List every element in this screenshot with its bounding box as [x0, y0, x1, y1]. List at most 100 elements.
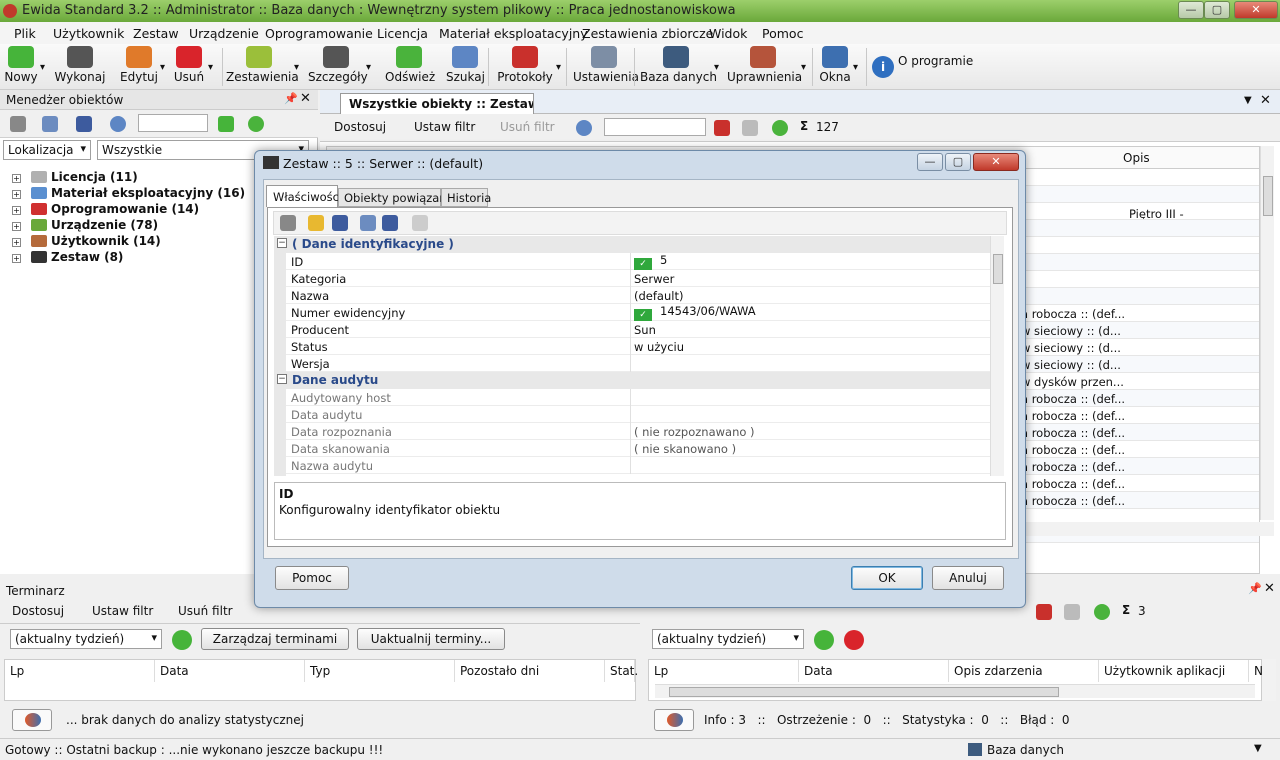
delete-event-icon[interactable] — [844, 630, 864, 650]
property-pages-icon[interactable] — [412, 215, 428, 231]
xml-export-icon[interactable] — [742, 120, 758, 136]
minimize-button[interactable]: — — [1178, 1, 1204, 19]
up-arrow-icon[interactable] — [218, 116, 234, 132]
column-header[interactable]: Pozostało dni — [455, 660, 605, 682]
events-week-combo[interactable]: (aktualny tydzień) — [652, 629, 804, 649]
property-row[interactable]: Status w użyciu — [286, 338, 990, 355]
menu-uzytkownik[interactable]: Użytkownik — [53, 26, 124, 41]
tab-close-icon[interactable]: ✕ — [1260, 93, 1271, 108]
property-row[interactable]: Nazwa audytu — [286, 457, 990, 474]
tab-wlasciwosci[interactable]: Właściwości — [266, 185, 342, 207]
menu-zestawienia[interactable]: Zestawienia zbiorcze — [582, 26, 713, 41]
collapse-icon[interactable]: − — [277, 374, 287, 384]
add-event-icon[interactable] — [814, 630, 834, 650]
scroll-thumb[interactable] — [1263, 176, 1273, 216]
property-row[interactable]: Data rozpoznania ( nie rozpoznawano ) — [286, 423, 990, 440]
stats-button[interactable] — [12, 709, 52, 731]
categorized-icon[interactable] — [360, 215, 376, 231]
menu-oprogramowanie[interactable]: Oprogramowanie — [265, 26, 373, 41]
tab-obiekty-powiazane[interactable]: Obiekty powiązane — [338, 188, 454, 207]
folder-icon[interactable] — [308, 215, 324, 231]
property-row[interactable]: ID ✓ 5 — [286, 253, 990, 270]
tab-all-objects[interactable]: Wszystkie obiekty :: Zestawie... — [340, 93, 534, 114]
save-icon[interactable] — [332, 215, 348, 231]
property-row[interactable]: Data audytu — [286, 406, 990, 423]
events-vscroll[interactable] — [1262, 659, 1276, 701]
expand-icon[interactable]: + — [12, 238, 21, 247]
usuń-button[interactable]: Usuń — [172, 46, 206, 88]
column-header[interactable]: Typ — [305, 660, 455, 682]
property-row[interactable]: Audytowany host — [286, 389, 990, 406]
maximize-button[interactable]: ▢ — [1204, 1, 1230, 19]
close-panel-icon[interactable]: ✕ — [300, 91, 311, 106]
column-header[interactable]: Stat. — [605, 660, 638, 682]
tab-historia[interactable]: Historia — [441, 188, 491, 207]
column-header[interactable]: Lp — [649, 660, 799, 682]
help-button[interactable]: Pomoc — [275, 566, 349, 590]
column-header[interactable]: N — [1249, 660, 1263, 682]
events-hscrollbar[interactable] — [655, 684, 1255, 698]
status-database[interactable]: Baza danych — [987, 743, 1064, 757]
expand-icon[interactable]: + — [12, 190, 21, 199]
terminarz-week-combo[interactable]: (aktualny tydzień) — [10, 629, 162, 649]
column-header[interactable]: Data — [155, 660, 305, 682]
dropdown-arrow-icon[interactable]: ▾ — [160, 62, 165, 73]
tree-node[interactable]: + Zestaw (8) — [12, 250, 123, 264]
alphabetical-icon[interactable] — [382, 215, 398, 231]
dropdown-arrow-icon[interactable]: ▾ — [556, 62, 561, 73]
expand-icon[interactable]: + — [12, 206, 21, 215]
protokoły-button[interactable]: Protokoły — [496, 46, 554, 88]
status-dropdown-icon[interactable]: ▼ — [1254, 743, 1262, 754]
about-button[interactable]: i O programie — [872, 54, 973, 78]
tools-icon[interactable] — [10, 116, 26, 132]
column-header[interactable]: Opis zdarzenia — [949, 660, 1099, 682]
odśwież-button[interactable]: Odśwież — [385, 46, 435, 88]
menu-plik[interactable]: Plik — [14, 26, 36, 41]
dropdown-arrow-icon[interactable]: ▾ — [801, 62, 806, 73]
dropdown-arrow-icon[interactable]: ▾ — [294, 62, 299, 73]
tree-node[interactable]: + Urządzenie (78) — [12, 218, 158, 232]
props-scroll-thumb[interactable] — [993, 254, 1003, 284]
dialog-maximize-button[interactable]: ▢ — [945, 153, 971, 171]
remove-filter-button[interactable]: Usuń filtr — [500, 120, 555, 134]
events-print-icon[interactable] — [1036, 604, 1052, 620]
edytuj-button[interactable]: Edytuj — [120, 46, 158, 88]
property-row[interactable]: Kategoria Serwer — [286, 270, 990, 287]
baza-danych-button[interactable]: Baza danych — [640, 46, 717, 88]
szukaj-button[interactable]: Szukaj — [446, 46, 485, 88]
nowy-button[interactable]: Nowy — [4, 46, 38, 88]
close-button[interactable]: ✕ — [1234, 1, 1278, 19]
property-row[interactable]: Producent Sun — [286, 321, 990, 338]
menu-widok[interactable]: Widok — [709, 26, 747, 41]
property-row[interactable]: Numer ewidencyjny ✓ 14543/06/WAWA — [286, 304, 990, 321]
props-tools-icon[interactable] — [280, 215, 296, 231]
tree-node[interactable]: + Licencja (11) — [12, 170, 138, 184]
update-terms-button[interactable]: Uaktualnij terminy... — [357, 628, 505, 650]
column-header[interactable]: Lp — [5, 660, 155, 682]
dropdown-arrow-icon[interactable]: ▾ — [366, 62, 371, 73]
group-audit[interactable]: − Dane audytu — [274, 372, 990, 389]
dropdown-arrow-icon[interactable]: ▾ — [40, 62, 45, 73]
dropdown-arrow-icon[interactable]: ▾ — [853, 62, 858, 73]
dropdown-arrow-icon[interactable]: ▾ — [208, 62, 213, 73]
events-pin-icon[interactable]: 📌 — [1248, 582, 1262, 595]
grid-vscrollbar[interactable] — [1260, 146, 1274, 520]
tab-menu-icon[interactable]: ▼ — [1244, 95, 1252, 106]
terminarz-set-filter[interactable]: Ustaw filtr — [92, 604, 153, 618]
events-xml-icon[interactable] — [1064, 604, 1080, 620]
events-hscroll-thumb[interactable] — [669, 687, 1059, 697]
menu-licencja[interactable]: Licencja — [377, 26, 428, 41]
grid-search-icon[interactable] — [576, 120, 592, 136]
okna-button[interactable]: Okna — [819, 46, 851, 88]
tree-node[interactable]: + Użytkownik (14) — [12, 234, 161, 248]
props-vscrollbar[interactable] — [990, 236, 1004, 476]
set-filter-button[interactable]: Ustaw filtr — [414, 120, 475, 134]
menu-material[interactable]: Materiał eksploatacyjny — [439, 26, 588, 41]
refresh-icon[interactable] — [248, 116, 264, 132]
tree-node[interactable]: + Oprogramowanie (14) — [12, 202, 199, 216]
events-stats-button[interactable] — [654, 709, 694, 731]
add-term-icon[interactable] — [172, 630, 192, 650]
search-input[interactable] — [138, 114, 208, 132]
dialog-close-button[interactable]: ✕ — [973, 153, 1019, 171]
uprawnienia-button[interactable]: Uprawnienia — [727, 46, 802, 88]
